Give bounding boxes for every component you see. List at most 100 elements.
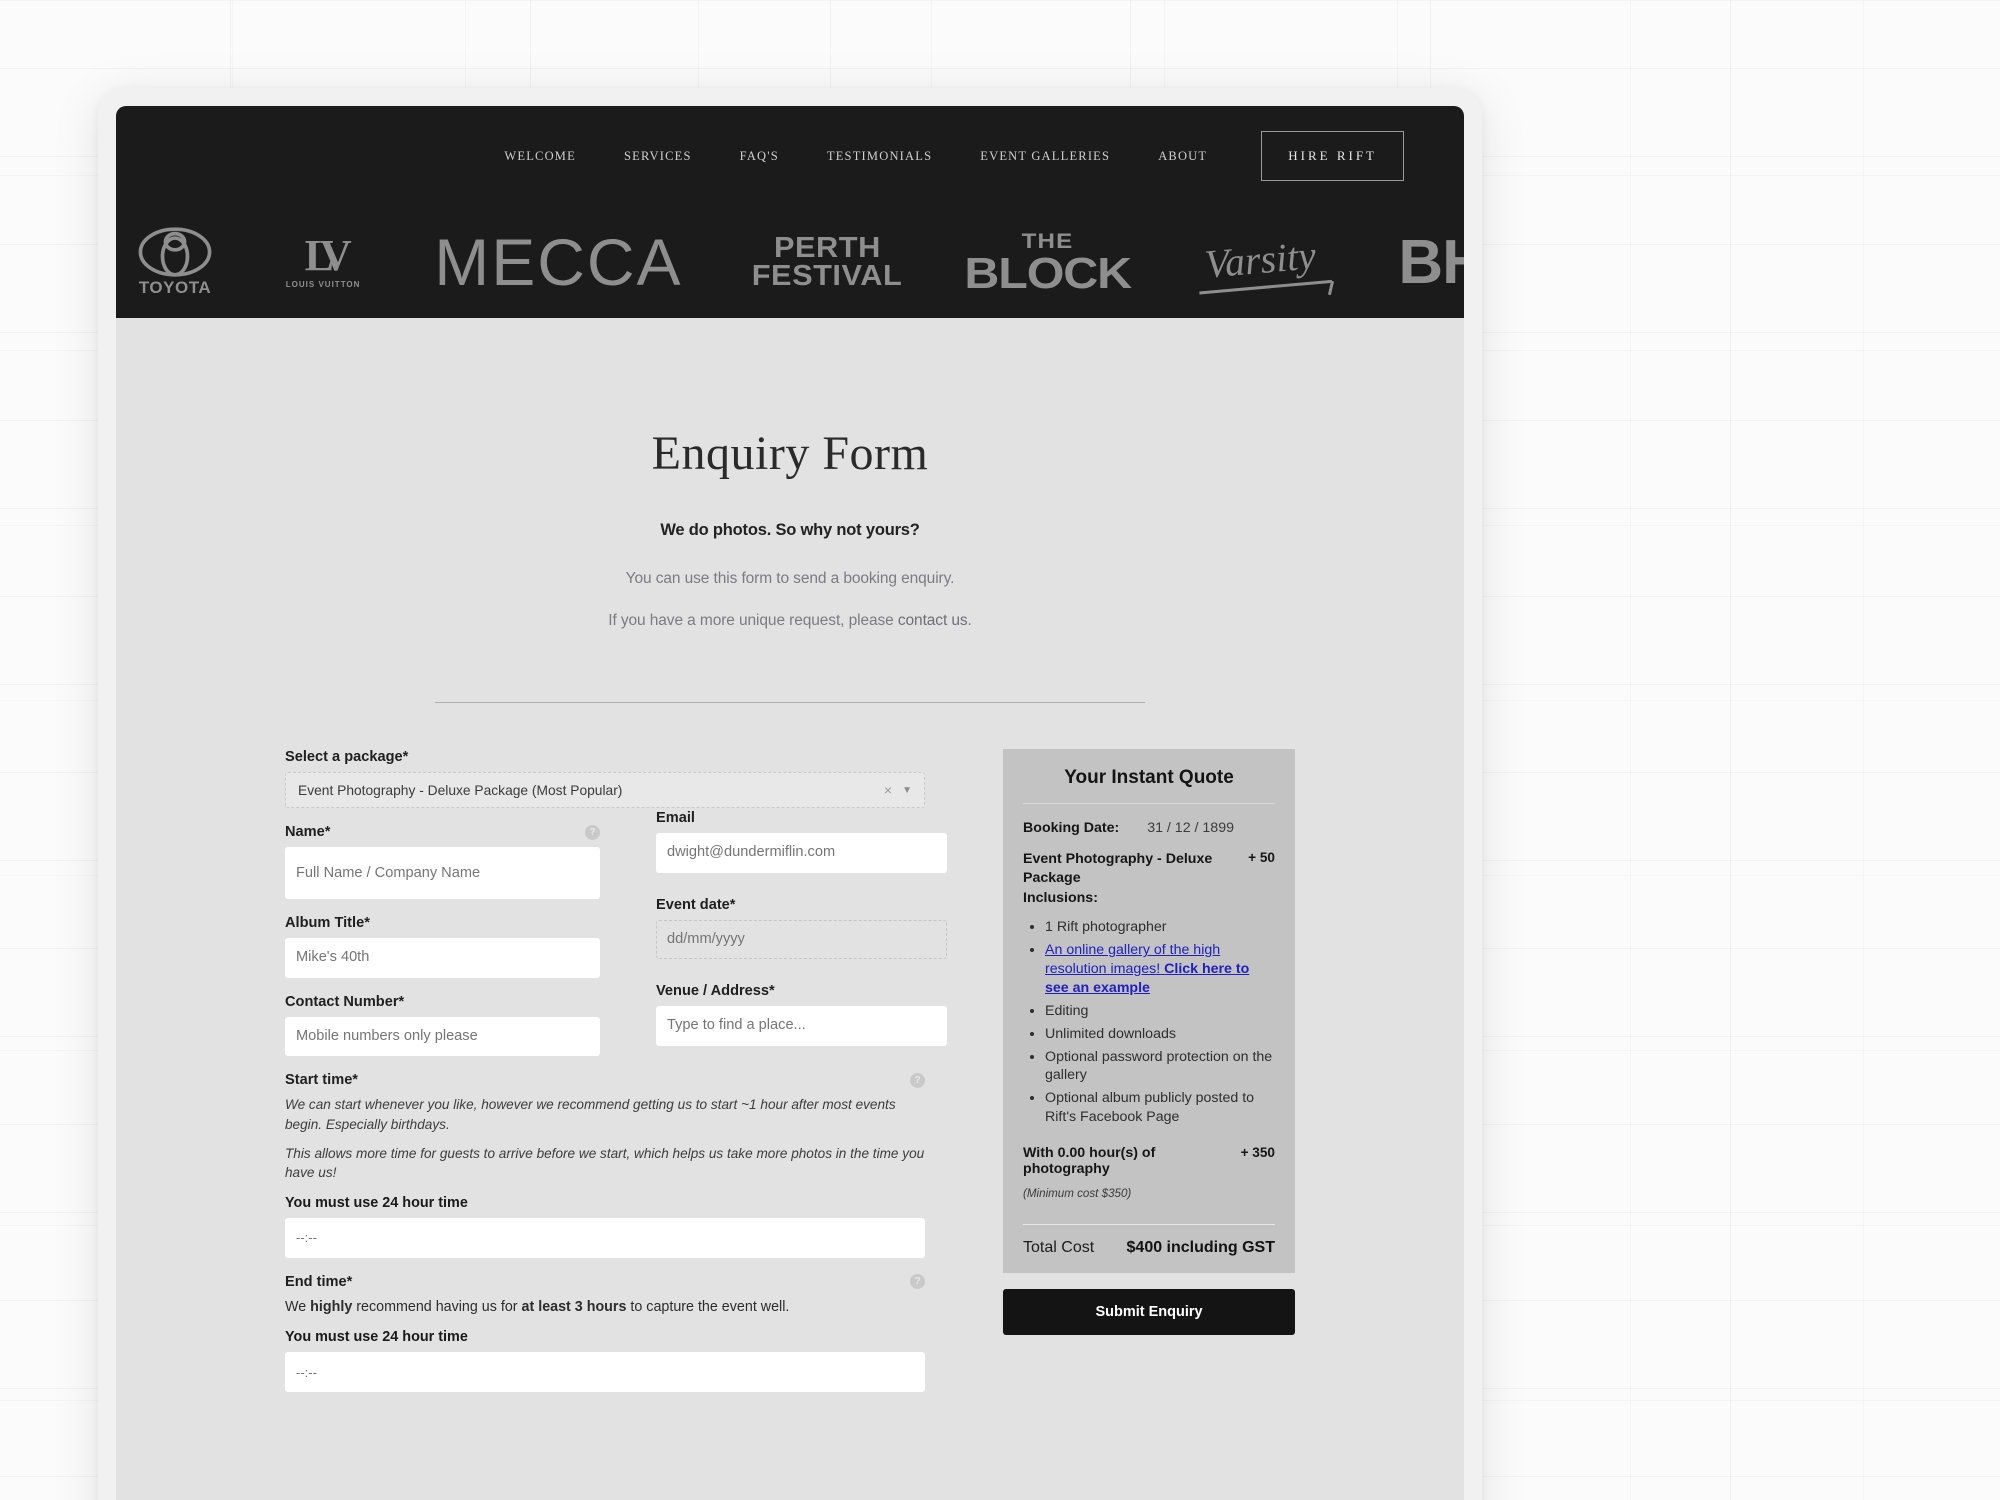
intro-line-2-before: If you have a more unique request, pleas…: [608, 612, 898, 629]
varsity-wordmark: Varsity: [1195, 230, 1335, 295]
logo-varsity: Varsity: [1197, 232, 1335, 295]
field-album-title: Album Title*: [285, 915, 600, 978]
total-cost-label: Total Cost: [1023, 1239, 1095, 1257]
list-item: Optional password protection on the gall…: [1045, 1048, 1275, 1086]
total-cost-value: $400 including GST: [1126, 1239, 1275, 1257]
quote-hours-text: With 0.00 hour(s) of photography: [1023, 1145, 1156, 1178]
contact-us-link[interactable]: contact us: [898, 612, 968, 629]
list-item: 1 Rift photographer: [1045, 918, 1275, 937]
end-time-note-e: to capture the event well.: [626, 1298, 790, 1315]
contact-number-input[interactable]: [285, 1016, 600, 1057]
end-time-note-b: highly: [310, 1298, 353, 1315]
venue-address-input[interactable]: [656, 1006, 948, 1047]
intro-line-1: You can use this form to send a booking …: [625, 570, 955, 587]
submit-enquiry-button[interactable]: Submit Enquiry: [1003, 1289, 1295, 1336]
event-date-input[interactable]: [656, 919, 948, 960]
gallery-example-link[interactable]: An online gallery of the high resolution…: [1045, 942, 1249, 996]
quote-package-price: + 50: [1248, 850, 1275, 865]
end-time-label-text: End time*: [285, 1273, 353, 1290]
section-divider: [435, 702, 1145, 703]
quote-hours-row: With 0.00 hour(s) of photography + 350: [1023, 1145, 1275, 1177]
end-time-label: End time* ?: [285, 1274, 925, 1290]
form-column-right: Your Instant Quote Booking Date: 31 / 12…: [1003, 749, 1295, 1336]
browser-viewport: WELCOME SERVICES FAQ'S TESTIMONIALS EVEN…: [116, 106, 1464, 1500]
list-item: Editing: [1045, 1002, 1275, 1021]
email-input[interactable]: [656, 833, 948, 873]
package-label: Select a package*: [285, 749, 409, 765]
start-time-label-text: Start time*: [285, 1072, 358, 1089]
package-selected-value: Event Photography - Deluxe Package (Most…: [298, 782, 623, 798]
clear-icon[interactable]: ×: [874, 782, 902, 798]
logo-toyota: TOYOTA: [138, 226, 212, 298]
nav-link-welcome[interactable]: WELCOME: [480, 149, 600, 164]
end-time-note-a: We: [285, 1298, 311, 1315]
inclusion-text: 1 Rift photographer: [1045, 919, 1167, 936]
list-item: Optional album publicly posted to Rift's…: [1045, 1089, 1275, 1127]
page-title: Enquiry Form: [651, 427, 929, 480]
chevron-down-icon[interactable]: ▼: [902, 785, 916, 796]
hire-rift-button[interactable]: HIRE RIFT: [1261, 131, 1404, 181]
device-frame: WELCOME SERVICES FAQ'S TESTIMONIALS EVEN…: [98, 88, 1482, 1500]
start-time-input[interactable]: [285, 1217, 925, 1258]
start-time-note-1: We can start whenever you like, however …: [285, 1097, 896, 1132]
inclusion-text: Editing: [1045, 1002, 1089, 1019]
nav-link-about[interactable]: ABOUT: [1134, 149, 1231, 164]
quote-hours-price: + 350: [1240, 1145, 1275, 1161]
toyota-wordmark: TOYOTA: [138, 277, 212, 297]
intro-line-2-after: .: [967, 612, 972, 629]
logo-bh: BH: [1398, 227, 1464, 298]
inclusion-text: Unlimited downloads: [1045, 1025, 1176, 1042]
site-navigation: WELCOME SERVICES FAQ'S TESTIMONIALS EVEN…: [116, 106, 1464, 206]
end-time-note-d: at least 3 hours: [521, 1298, 627, 1315]
contact-number-label: Contact Number*: [285, 993, 405, 1010]
intro-line-2: If you have a more unique request, pleas…: [116, 612, 1464, 630]
inclusions-label: Inclusions:: [1023, 890, 1098, 907]
list-item: Unlimited downloads: [1045, 1025, 1275, 1044]
logo-perth-festival: PERTH FESTIVAL: [752, 233, 902, 290]
field-package: Select a package* Event Photography - De…: [285, 749, 925, 808]
client-logo-strip: TOYOTA LV LOUIS VUITTON MECCA PERTH FEST…: [116, 206, 1464, 318]
booking-date-value: 31 / 12 / 1899: [1147, 820, 1234, 836]
field-event-date: Event date*: [656, 897, 948, 960]
inclusions-list: 1 Rift photographer An online gallery of…: [1045, 918, 1275, 1127]
quote-total-row: Total Cost $400 including GST: [1023, 1239, 1275, 1273]
quote-package-name: Event Photography - Deluxe Package: [1023, 851, 1213, 887]
toyota-emblem-icon: [138, 226, 212, 277]
lv-wordmark: LOUIS VUITTON: [285, 280, 361, 290]
nav-links: WELCOME SERVICES FAQ'S TESTIMONIALS EVEN…: [480, 131, 1404, 181]
nav-link-testimonials[interactable]: TESTIMONIALS: [803, 149, 956, 164]
email-label: Email: [656, 810, 695, 826]
end-time-input[interactable]: [285, 1352, 925, 1393]
logo-louis-vuitton: LV LOUIS VUITTON: [285, 230, 361, 290]
booking-date-row: Booking Date: 31 / 12 / 1899: [1023, 820, 1275, 836]
help-icon[interactable]: ?: [585, 824, 600, 840]
booking-date-label: Booking Date:: [1023, 820, 1120, 836]
minimum-cost-note: (Minimum cost $350): [1023, 1187, 1132, 1201]
nav-link-services[interactable]: SERVICES: [600, 149, 716, 164]
start-time-sub-label: You must use 24 hour time: [285, 1194, 468, 1211]
album-title-input[interactable]: [285, 938, 600, 978]
field-venue-address: Venue / Address*: [656, 983, 948, 1047]
lv-monogram: LV: [304, 230, 352, 280]
name-label: Name* ?: [285, 824, 600, 840]
instant-quote-card: Your Instant Quote Booking Date: 31 / 12…: [1003, 749, 1295, 1274]
field-email: Email: [656, 810, 948, 873]
nav-link-event-galleries[interactable]: EVENT GALLERIES: [956, 149, 1134, 164]
enquiry-form: Select a package* Event Photography - De…: [285, 749, 1295, 1408]
the-block-wordmark: BLOCK: [964, 248, 1133, 298]
help-icon[interactable]: ?: [910, 1072, 925, 1088]
field-contact-number: Contact Number*: [285, 994, 600, 1057]
inclusion-text: Optional password protection on the gall…: [1045, 1048, 1273, 1084]
end-time-note-c: recommend having us for: [352, 1298, 522, 1315]
venue-address-label: Venue / Address*: [656, 983, 775, 1000]
list-item: An online gallery of the high resolution…: [1045, 941, 1275, 998]
nav-link-faqs[interactable]: FAQ'S: [716, 149, 803, 164]
quote-title: Your Instant Quote: [1064, 767, 1234, 788]
mecca-wordmark: MECCA: [434, 225, 683, 299]
quote-divider: [1023, 803, 1275, 804]
help-icon[interactable]: ?: [910, 1274, 925, 1290]
package-select[interactable]: Event Photography - Deluxe Package (Most…: [285, 772, 925, 808]
name-input[interactable]: [285, 847, 600, 899]
form-column-middle: Email Event date* Venue / Address*: [656, 810, 948, 1062]
perth-festival-line2: FESTIVAL: [752, 260, 903, 292]
